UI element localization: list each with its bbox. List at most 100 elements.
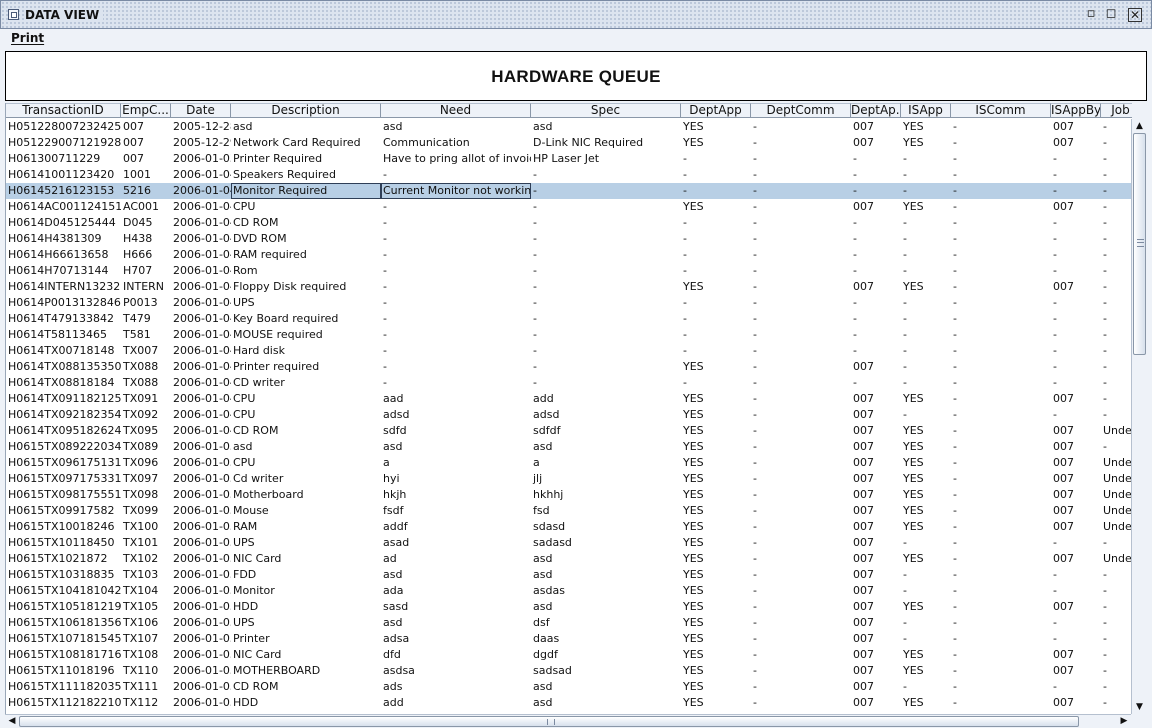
table-cell[interactable]: - xyxy=(1051,631,1101,647)
table-cell[interactable]: - xyxy=(751,391,851,407)
table-cell[interactable]: YES xyxy=(901,471,951,487)
table-row[interactable]: H061300711229 007 2006-01-03 Printer Requir… xyxy=(6,151,1132,167)
table-cell[interactable]: H0615TX10118450 xyxy=(6,535,121,551)
table-cell[interactable]: YES xyxy=(901,503,951,519)
table-cell[interactable]: YES xyxy=(681,391,751,407)
table-cell[interactable]: - xyxy=(951,199,1051,215)
table-cell[interactable]: - xyxy=(751,695,851,711)
table-cell[interactable]: - xyxy=(681,343,751,359)
table-cell[interactable]: - xyxy=(681,295,751,311)
table-cell[interactable]: - xyxy=(751,247,851,263)
table-cell[interactable]: HP Laser Jet xyxy=(531,151,681,167)
table-cell[interactable]: - xyxy=(751,359,851,375)
table-cell[interactable]: TX096 xyxy=(121,455,171,471)
table-cell[interactable]: - xyxy=(951,519,1051,535)
table-cell[interactable]: - xyxy=(1101,119,1132,135)
table-cell[interactable]: - xyxy=(1101,215,1132,231)
column-header[interactable]: DeptApp xyxy=(681,103,751,117)
table-cell[interactable]: - xyxy=(851,375,901,391)
table-cell[interactable]: CPU xyxy=(231,391,381,407)
table-row[interactable]: H0615TX10018246 TX100 2006-01-05 RAM addf sda… xyxy=(6,519,1132,535)
table-cell[interactable]: H0615TX104181042 xyxy=(6,583,121,599)
table-cell[interactable]: H0615TX1021872 xyxy=(6,551,121,567)
table-cell[interactable]: YES xyxy=(901,519,951,535)
table-cell[interactable]: YES xyxy=(681,663,751,679)
table-cell[interactable]: - xyxy=(751,199,851,215)
table-cell[interactable]: - xyxy=(751,583,851,599)
table-cell[interactable]: RAM xyxy=(231,519,381,535)
table-cell[interactable]: H061300711229 xyxy=(6,151,121,167)
table-cell[interactable]: - xyxy=(1051,263,1101,279)
table-cell[interactable]: - xyxy=(901,183,951,199)
table-cell[interactable]: UPS xyxy=(231,295,381,311)
table-cell[interactable]: Cd writer xyxy=(231,471,381,487)
table-cell[interactable]: - xyxy=(1101,535,1132,551)
table-row[interactable]: H0615TX11018196 TX110 2006-01-05 MOTHERBOAR… xyxy=(6,663,1132,679)
table-cell[interactable]: add xyxy=(381,695,531,711)
table-cell[interactable]: asd xyxy=(231,439,381,455)
table-cell[interactable]: 007 xyxy=(851,407,901,423)
table-cell[interactable]: - xyxy=(751,263,851,279)
table-cell[interactable]: jlj xyxy=(531,471,681,487)
table-cell[interactable]: NIC Card xyxy=(231,647,381,663)
table-cell[interactable]: - xyxy=(751,503,851,519)
table-cell[interactable]: asdsa xyxy=(381,663,531,679)
table-cell[interactable]: - xyxy=(1051,375,1101,391)
table-cell[interactable]: 1001 xyxy=(121,167,171,183)
table-cell[interactable]: - xyxy=(1101,567,1132,583)
table-cell[interactable]: 007 xyxy=(851,663,901,679)
table-cell[interactable]: - xyxy=(1101,679,1132,695)
table-cell[interactable]: - xyxy=(381,295,531,311)
table-cell[interactable]: - xyxy=(951,359,1051,375)
table-cell[interactable]: Current Monitor not working xyxy=(381,183,531,199)
table-row[interactable]: H06141001123420 1001 2006-01-04 Speakers Re… xyxy=(6,167,1132,183)
vertical-scrollbar[interactable]: ▲ ▼ xyxy=(1131,119,1147,714)
table-cell[interactable]: - xyxy=(951,695,1051,711)
table-cell[interactable]: asd xyxy=(531,695,681,711)
table-cell[interactable]: adsd xyxy=(531,407,681,423)
table-cell[interactable]: YES xyxy=(681,279,751,295)
table-cell[interactable]: TX095 xyxy=(121,423,171,439)
table-cell[interactable]: sasd xyxy=(381,599,531,615)
table-cell[interactable]: CPU xyxy=(231,455,381,471)
table-cell[interactable]: Under xyxy=(1101,487,1132,503)
table-cell[interactable]: 2006-01-05 xyxy=(171,615,231,631)
scroll-left-icon[interactable]: ◀ xyxy=(5,715,19,728)
table-cell[interactable]: - xyxy=(381,359,531,375)
table-cell[interactable]: H0614TX095182624 xyxy=(6,423,121,439)
table-cell[interactable]: - xyxy=(1101,375,1132,391)
table-cell[interactable]: - xyxy=(751,167,851,183)
table-row[interactable]: H0615TX10318835 TX103 2006-01-05 FDD asd asd Y… xyxy=(6,567,1132,583)
table-cell[interactable]: - xyxy=(951,391,1051,407)
table-cell[interactable]: - xyxy=(901,631,951,647)
column-header[interactable]: Description xyxy=(231,103,381,117)
table-row[interactable]: H0614T479133842 T479 2006-01-04 Key Board r… xyxy=(6,311,1132,327)
table-cell[interactable]: - xyxy=(531,327,681,343)
table-cell[interactable]: aad xyxy=(381,391,531,407)
table-cell[interactable]: H051229007121928 xyxy=(6,135,121,151)
table-cell[interactable]: H0615TX107181545 xyxy=(6,631,121,647)
table-row[interactable]: H051228007232425 007 2005-12-28 asd asd asd YE… xyxy=(6,119,1132,135)
table-cell[interactable]: hyi xyxy=(381,471,531,487)
table-cell[interactable]: YES xyxy=(901,647,951,663)
table-cell[interactable]: 007 xyxy=(851,535,901,551)
table-cell[interactable]: - xyxy=(751,407,851,423)
table-cell[interactable]: HDD xyxy=(231,599,381,615)
table-row[interactable]: H0614T58113465 T581 2006-01-04 MOUSE requir… xyxy=(6,327,1132,343)
table-cell[interactable]: TX097 xyxy=(121,471,171,487)
table-cell[interactable]: NIC Card xyxy=(231,551,381,567)
table-cell[interactable]: Communication xyxy=(381,135,531,151)
table-cell[interactable]: - xyxy=(1051,343,1101,359)
table-cell[interactable]: - xyxy=(951,631,1051,647)
table-cell[interactable]: - xyxy=(951,327,1051,343)
table-cell[interactable]: 2006-01-05 xyxy=(171,471,231,487)
table-cell[interactable]: - xyxy=(901,263,951,279)
table-cell[interactable]: YES xyxy=(681,647,751,663)
table-cell[interactable]: YES xyxy=(681,407,751,423)
table-cell[interactable]: - xyxy=(751,183,851,199)
table-cell[interactable]: daas xyxy=(531,631,681,647)
table-cell[interactable]: 007 xyxy=(1051,663,1101,679)
table-cell[interactable]: - xyxy=(901,151,951,167)
table-cell[interactable]: 007 xyxy=(851,599,901,615)
table-cell[interactable]: ad xyxy=(381,551,531,567)
